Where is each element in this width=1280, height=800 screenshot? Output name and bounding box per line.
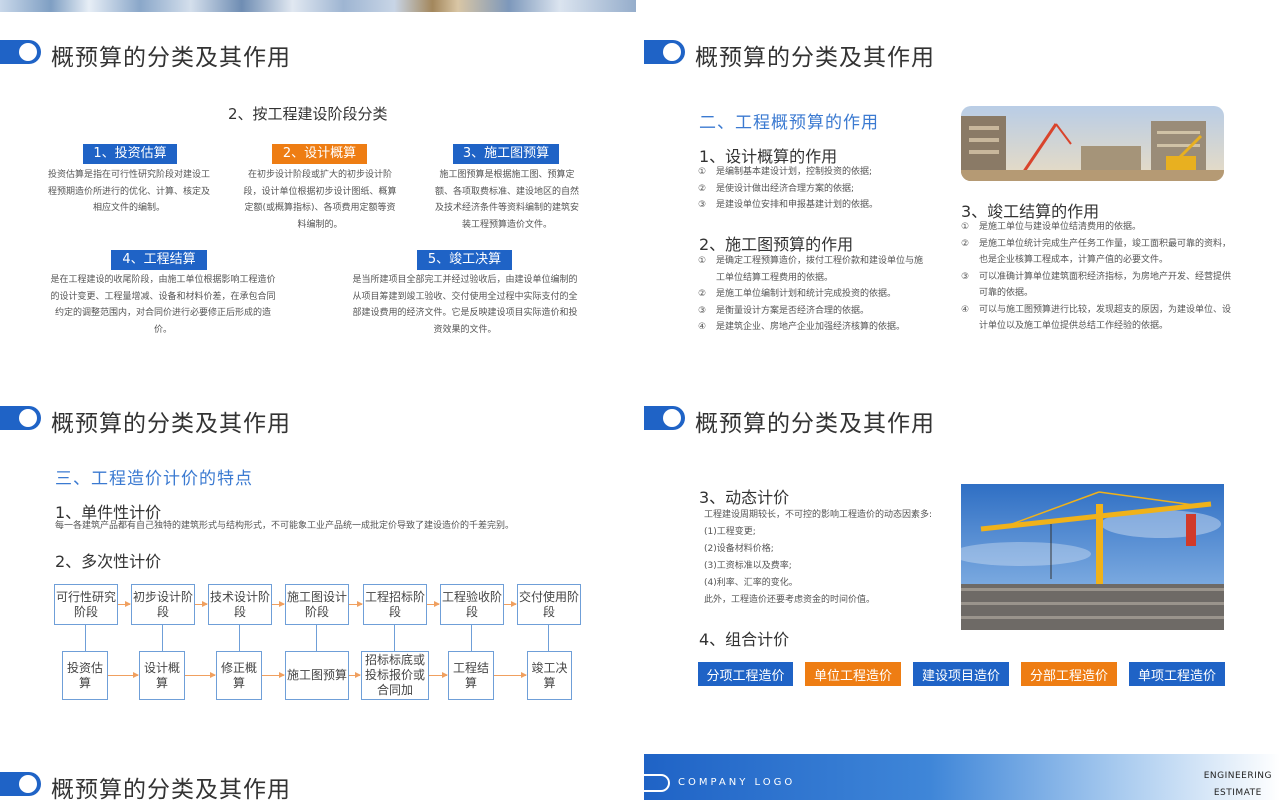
slide-title: 概预算的分类及其作用 — [695, 411, 935, 437]
completion-settlement-function-list: ① 是施工单位与建设单位结清费用的依据。 ② 是施工单位统计完成生产任务工作量，竣工… — [961, 219, 1231, 335]
desc-design-estimate: 在初步设计阶段或扩大的初步设计阶段，设计单位根据初步设计图纸、概算定额(或概算指… — [243, 170, 397, 230]
flow-result-bid-price: 招标标底或投标报价或合同加 — [361, 651, 429, 700]
btn-sub-item-cost[interactable]: 分项工程造价 — [698, 662, 793, 686]
arrow-icon — [118, 601, 131, 607]
list-item: ③ 是建设单位安排和申报基建计划的依据。 — [698, 200, 879, 210]
company-logo: COMPANY LOGO — [678, 777, 796, 788]
arrow-icon — [427, 601, 440, 607]
tower-crane-photo — [961, 484, 1224, 630]
tower-crane-image — [961, 484, 1224, 630]
desc-final-accounts: 是当所建项目全部完工并经过验收后，由建设单位编制的从项目筹建到竣工验收、交付使用… — [352, 275, 578, 335]
tag-investment-estimate: 1、投资估算 — [83, 144, 177, 164]
flow-result-design-estimate: 设计概算 — [139, 651, 185, 700]
design-estimate-function-list: ① 是编制基本建设计划，控制投资的依据; ② 是使设计做出经济合理方案的依据; ③是… — [698, 164, 938, 214]
flow-result-investment-estimate: 投资估算 — [62, 651, 108, 700]
slide-stage-classification[interactable]: 概预算的分类及其作用 2、按工程建设阶段分类 1、投资估算 投资估算是指在可行性… — [0, 0, 636, 365]
list-item: ③ 是衡量设计方案是否经济合理的依据。 — [698, 305, 870, 316]
tag-design-estimate: 2、设计概算 — [272, 144, 367, 164]
tag-project-settlement: 4、工程结算 — [111, 250, 207, 270]
arrow-icon — [185, 672, 216, 678]
slide-title: 概预算的分类及其作用 — [51, 45, 291, 71]
connector-line — [239, 625, 240, 651]
construction-site-photo — [961, 106, 1224, 181]
header-photo-strip — [0, 0, 636, 12]
connector-line — [548, 625, 549, 651]
toggle-icon — [644, 406, 685, 430]
connector-line — [316, 625, 317, 651]
connector-line — [471, 625, 472, 651]
arrow-icon — [195, 601, 208, 607]
arrow-icon — [429, 672, 448, 678]
slide-title: 概预算的分类及其作用 — [695, 45, 935, 71]
construction-site-image — [961, 106, 1224, 181]
dynamic-pricing-title: 3、动态计价 — [699, 488, 790, 507]
slide-title: 概预算的分类及其作用 — [51, 777, 291, 800]
flow-result-construction-budget: 施工图预算 — [285, 651, 349, 700]
list-item: ② 是施工单位编制计划和统计完成投资的依据。 — [698, 289, 897, 299]
arrow-icon — [108, 672, 139, 678]
toggle-icon — [0, 772, 41, 796]
list-item: ① 是施工单位与建设单位结清费用的依据。 — [961, 222, 1142, 232]
list-item: ① 是编制基本建设计划，控制投资的依据; — [698, 167, 873, 177]
multiple-pricing-title: 2、多次性计价 — [55, 552, 162, 571]
toggle-icon — [0, 40, 41, 64]
desc-construction-budget: 施工图预算是根据施工图、预算定额、各项取费标准、建设地区的自然及技术经济条件等资… — [434, 170, 579, 230]
slide-partial-next[interactable]: 概预算的分类及其作用 — [0, 744, 636, 800]
connector-line — [162, 625, 163, 651]
slide-partial-cover[interactable]: COMPANY LOGO ENGINEERING ESTIMATE — [644, 744, 1280, 800]
arrow-icon — [349, 672, 361, 678]
flow-stage-bidding: 工程招标阶段 — [363, 584, 427, 625]
btn-unit-project-cost[interactable]: 单位工程造价 — [805, 662, 901, 686]
slide-budget-functions[interactable]: 概预算的分类及其作用 二、工程概预算的作用 1、设计概算的作用 ① 是编制基本建设… — [644, 0, 1280, 365]
flow-stage-acceptance: 工程验收阶段 — [440, 584, 504, 625]
slide-pricing-features[interactable]: 概预算的分类及其作用 三、工程造价计价的特点 1、单件性计价 每一各建筑产品都有… — [0, 372, 636, 737]
btn-single-project-cost[interactable]: 单项工程造价 — [1129, 662, 1225, 686]
arrow-icon — [262, 672, 285, 678]
combined-pricing-title: 4、组合计价 — [699, 630, 790, 649]
flow-stage-delivery: 交付使用阶段 — [517, 584, 581, 625]
btn-construction-project-cost[interactable]: 建设项目造价 — [913, 662, 1009, 686]
toggle-icon — [644, 40, 685, 64]
flow-stage-preliminary-design: 初步设计阶段 — [131, 584, 195, 625]
flow-result-project-settlement: 工程结算 — [448, 651, 494, 700]
section-title: 二、工程概预算的作用 — [699, 113, 879, 133]
slide-title: 概预算的分类及其作用 — [51, 411, 291, 437]
toggle-outline-icon — [644, 774, 670, 792]
flow-stage-feasibility: 可行性研究阶段 — [54, 584, 118, 625]
flow-stage-construction-drawing: 施工图设计阶段 — [285, 584, 349, 625]
connector-line — [394, 625, 395, 651]
flow-stage-technical-design: 技术设计阶段 — [208, 584, 272, 625]
list-item: ① 是确定工程预算造价，拨付工程价款和建设单位与施工单位结算工程费用的依据。 — [698, 256, 924, 283]
single-pricing-text: 每一各建筑产品都有自己独特的建筑形式与结构形式，不可能象工业产品统一成批定价导致… — [55, 521, 515, 531]
list-item: ② 是使设计做出经济合理方案的依据; — [698, 183, 855, 194]
arrow-icon — [349, 601, 363, 607]
btn-divisional-cost[interactable]: 分部工程造价 — [1021, 662, 1117, 686]
list-item: ③ 可以准确计算单位建筑面积经济指标，为房地产开发、经营提供可靠的依据。 — [961, 271, 1232, 299]
section-heading: 2、按工程建设阶段分类 — [228, 105, 388, 123]
list-item: ④ 是建筑企业、房地产企业加强经济核算的依据。 — [698, 322, 906, 332]
arrow-icon — [504, 601, 517, 607]
section-title: 三、工程造价计价的特点 — [55, 469, 253, 489]
dynamic-pricing-text: 工程建设周期较长，不可控的影响工程造价的动态因素多: (1)工程变更; (2)设… — [704, 510, 933, 605]
tag-construction-budget: 3、施工图预算 — [453, 144, 559, 164]
list-item: ④ 可以与施工图预算进行比较，发现超支的原因，为建设单位、设计单位以及施工单位提供… — [961, 304, 1232, 332]
flow-result-revised-estimate: 修正概算 — [216, 651, 262, 700]
arrow-icon — [494, 672, 527, 678]
desc-project-settlement: 是在工程建设的收尾阶段，由施工单位根据影响工程造价的设计变更、工程量增减、设备和… — [50, 275, 276, 335]
toggle-icon — [0, 406, 41, 430]
tag-final-accounts: 5、竣工决算 — [417, 250, 512, 270]
construction-budget-function-list: ① 是确定工程预算造价，拨付工程价款和建设单位与施工单位结算工程费用的依据。 ②是… — [698, 253, 923, 336]
list-item: ② 是施工单位统计完成生产任务工作量，竣工面积最可靠的资料，也是企业核算工程成本，… — [961, 238, 1232, 266]
arrow-icon — [272, 601, 285, 607]
engineering-estimate-label: ENGINEERING ESTIMATE — [1203, 771, 1272, 798]
flow-result-final-accounts: 竣工决算 — [527, 651, 572, 700]
construction-budget-function-title: 2、施工图预算的作用 — [699, 235, 854, 254]
desc-investment-estimate: 投资估算是指在可行性研究阶段对建设工程预期造价所进行的优化、计算、核定及相应文件… — [48, 170, 211, 213]
connector-line — [85, 625, 86, 651]
slide-dynamic-pricing[interactable]: 概预算的分类及其作用 3、动态计价 工程建设周期较长，不可控的影响工程造价的动态… — [644, 372, 1280, 737]
